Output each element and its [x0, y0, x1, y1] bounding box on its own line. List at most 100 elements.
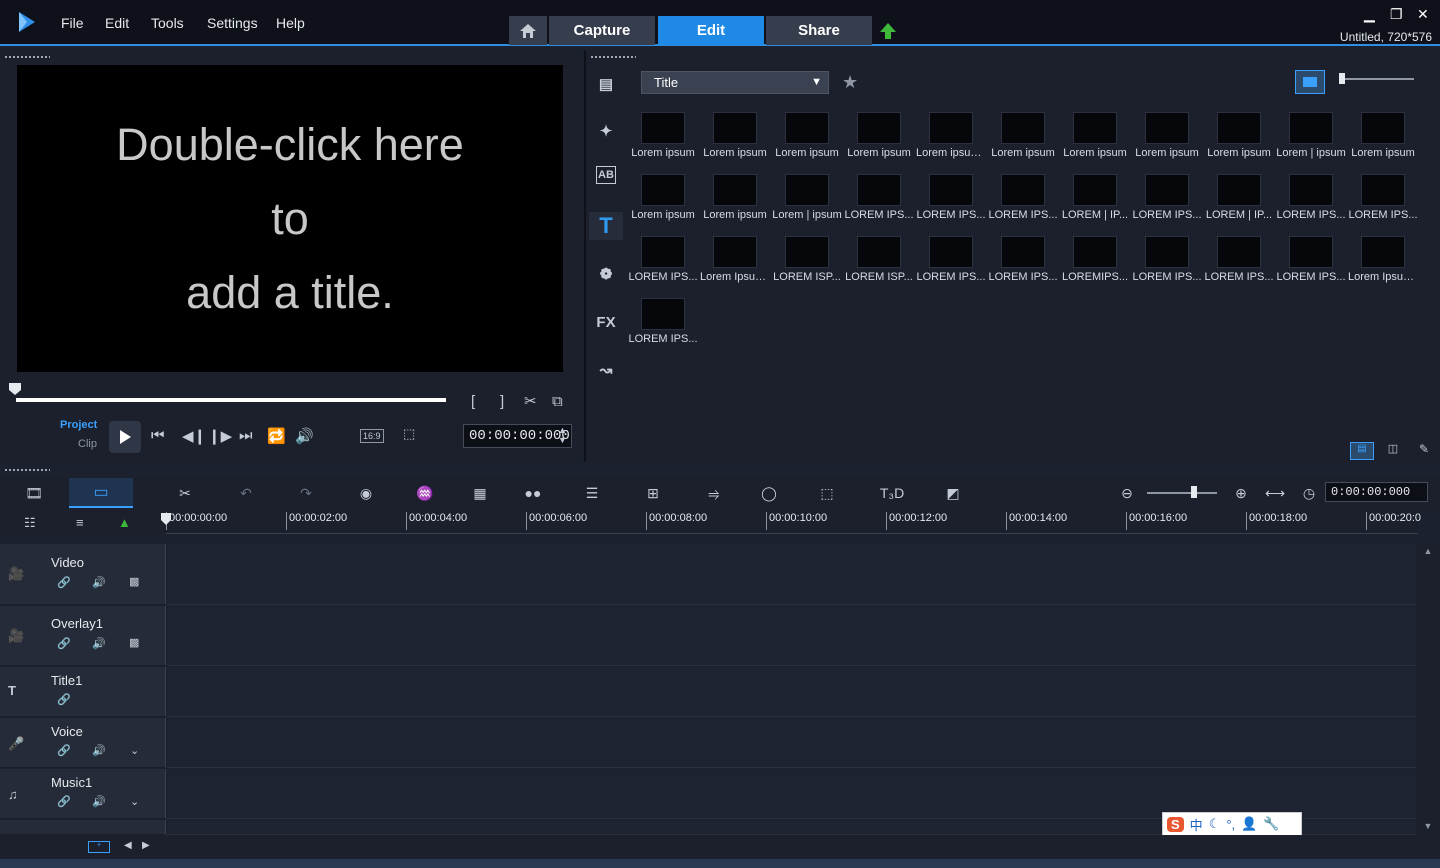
volume-button[interactable]: 🔊	[295, 427, 314, 445]
graphic-icon[interactable]: ❁	[594, 262, 618, 286]
preview-screen[interactable]: Double-click here to add a title.	[17, 65, 563, 372]
timeline-grip[interactable]	[4, 468, 50, 472]
moon-icon[interactable]: ☾	[1209, 816, 1221, 832]
scroll-left-icon[interactable]: ◀	[124, 840, 132, 851]
pan-zoom-icon[interactable]: ⬚	[813, 481, 841, 505]
clip-mode-label[interactable]: Clip	[78, 438, 97, 450]
title-template-tile[interactable]: Lorem | ipsum	[771, 166, 843, 228]
go-start-button[interactable]: ⏮	[151, 427, 165, 444]
title-template-tile[interactable]: Lorem | ipsum	[1275, 104, 1347, 166]
media-icon[interactable]: ▤	[594, 72, 618, 96]
minimize-button[interactable]: ▁	[1364, 6, 1375, 23]
title-template-tile[interactable]: LOREM ISP...	[771, 228, 843, 290]
title-template-tile[interactable]: Lorem ipsum	[771, 104, 843, 166]
enlarge-preview-icon[interactable]: ⧉	[552, 393, 563, 410]
title-template-tile[interactable]: LOREM | IP...	[1059, 166, 1131, 228]
title-template-tile[interactable]: Lorem ipsum	[1347, 104, 1419, 166]
fx-icon[interactable]: FX	[594, 310, 618, 334]
add-track-icon[interactable]: ≡	[76, 515, 84, 530]
link-icon[interactable]: 🔗	[57, 693, 71, 706]
transparency-icon[interactable]: ▩	[129, 575, 139, 588]
motion-tracking-icon[interactable]: ●●	[519, 481, 547, 505]
repeat-button[interactable]: 🔁	[267, 427, 286, 445]
title-template-tile[interactable]: LOREM IPS...	[843, 166, 915, 228]
go-end-button[interactable]: ⏭	[239, 427, 253, 444]
timeline-timecode[interactable]: 0:00:00:000	[1325, 482, 1428, 502]
menu-tools[interactable]: Tools	[151, 15, 184, 31]
track-header-voice[interactable]: 🎤 Voice 🔗 🔊 ⌄	[0, 718, 166, 768]
tools-icon[interactable]: ✂	[171, 481, 199, 505]
scissors-icon[interactable]: ✂	[524, 392, 537, 410]
transparency-icon[interactable]: ▩	[129, 636, 139, 649]
split-screen-icon[interactable]: ◩	[939, 481, 967, 505]
next-frame-button[interactable]: ❙▶	[208, 427, 232, 445]
layout-button-1[interactable]: ▤	[1350, 442, 1374, 460]
home-button[interactable]	[509, 16, 547, 45]
title-template-tile[interactable]: Lorem ipsum...	[915, 104, 987, 166]
title-template-tile[interactable]: LOREM IPS...	[987, 228, 1059, 290]
instant-project-icon[interactable]: ✦	[594, 119, 618, 143]
sound-mixer-icon[interactable]: ♒	[411, 481, 439, 505]
panel-grip[interactable]	[4, 55, 50, 59]
link-icon[interactable]: 🔗	[57, 637, 71, 650]
timeline-view-icon[interactable]: ▭	[69, 478, 133, 508]
thumbnail-size-handle[interactable]	[1339, 73, 1345, 84]
vertical-scrollbar[interactable]: ▲ ▼	[1418, 544, 1438, 835]
title-template-tile[interactable]: LOREMIPS...	[1059, 228, 1131, 290]
subtitle-editor-icon[interactable]: ☰	[578, 481, 606, 505]
title-template-tile[interactable]: Lorem ipsum	[1059, 104, 1131, 166]
title-template-tile[interactable]: LOREM IPS...	[1347, 166, 1419, 228]
mark-out-button[interactable]: ]	[500, 393, 504, 410]
title-template-tile[interactable]: Lorem ipsum	[1203, 104, 1275, 166]
link-icon[interactable]: 🔗	[57, 795, 71, 808]
undo-icon[interactable]: ↶	[232, 481, 260, 505]
track-header-video[interactable]: 🎥 Video 🔗 🔊 ▩	[0, 544, 166, 605]
title-template-tile[interactable]: Lorem ipsum	[843, 104, 915, 166]
menu-settings[interactable]: Settings	[207, 15, 258, 31]
mute-icon[interactable]: 🔊	[92, 637, 106, 650]
title-track-lane[interactable]	[167, 667, 1416, 717]
title-template-tile[interactable]: LOREM | IP...	[1203, 166, 1275, 228]
mute-icon[interactable]: 🔊	[92, 744, 106, 757]
zoom-slider-handle[interactable]	[1191, 486, 1197, 498]
title-icon[interactable]: T	[589, 212, 623, 240]
record-capture-icon[interactable]: ◉	[352, 481, 380, 505]
ripple-editing-icon[interactable]: ▲	[118, 515, 131, 530]
title-template-tile[interactable]: LOREM IPS...	[915, 166, 987, 228]
track-header-title1[interactable]: T Title1 🔗	[0, 667, 166, 717]
title-template-tile[interactable]: LOREM IPS...	[1275, 166, 1347, 228]
scrubber-bar[interactable]	[16, 398, 446, 402]
mask-creator-icon[interactable]: ◯	[755, 481, 783, 505]
title-template-tile[interactable]: LOREM IPS...	[987, 166, 1059, 228]
thumbnail-size-slider[interactable]	[1342, 78, 1414, 80]
mute-icon[interactable]: 🔊	[92, 576, 106, 589]
mark-in-button[interactable]: [	[471, 393, 475, 410]
title-template-tile[interactable]: LOREM IPS...	[1131, 166, 1203, 228]
expand-icon[interactable]: ⌄	[130, 795, 139, 808]
link-icon[interactable]: 🔗	[57, 744, 71, 757]
voice-track-lane[interactable]	[167, 718, 1416, 768]
project-mode-label[interactable]: Project	[60, 419, 97, 431]
play-button[interactable]	[109, 421, 141, 453]
title-template-tile[interactable]: LOREM IPS...	[627, 290, 699, 352]
title-template-tile[interactable]: Lorem ipsum	[699, 104, 771, 166]
tab-share[interactable]: Share	[766, 16, 872, 45]
title-template-tile[interactable]: Lorem Ipsum...	[699, 228, 771, 290]
time-remapping-icon[interactable]: ⥤	[700, 481, 728, 505]
title-template-tile[interactable]: Lorem ipsum	[699, 166, 771, 228]
video-track-lane[interactable]	[167, 544, 1416, 605]
preview-timecode[interactable]: 00:00:00:000	[463, 424, 572, 448]
storyboard-view-icon[interactable]: 🎞	[20, 481, 48, 505]
layout-button-3[interactable]: ✎	[1412, 442, 1436, 460]
overlay-track-lane[interactable]	[167, 606, 1416, 666]
title-template-tile[interactable]: LOREM IPS...	[1203, 228, 1275, 290]
playhead-marker[interactable]	[160, 512, 172, 526]
safe-area-button[interactable]: ⬚	[403, 426, 415, 442]
timecode-spinner[interactable]: ▲ ▼	[558, 425, 567, 445]
auto-music-icon[interactable]: ▦	[466, 481, 494, 505]
ime-toolbar[interactable]: S 中 ☾ °, 👤 🔧	[1162, 812, 1302, 836]
3d-title-icon[interactable]: T₃D	[874, 481, 910, 505]
title-template-tile[interactable]: Lorem Ipsum...	[1347, 228, 1419, 290]
punctuation-icon[interactable]: °,	[1226, 817, 1235, 832]
fit-project-icon[interactable]: ⟷	[1261, 481, 1289, 505]
